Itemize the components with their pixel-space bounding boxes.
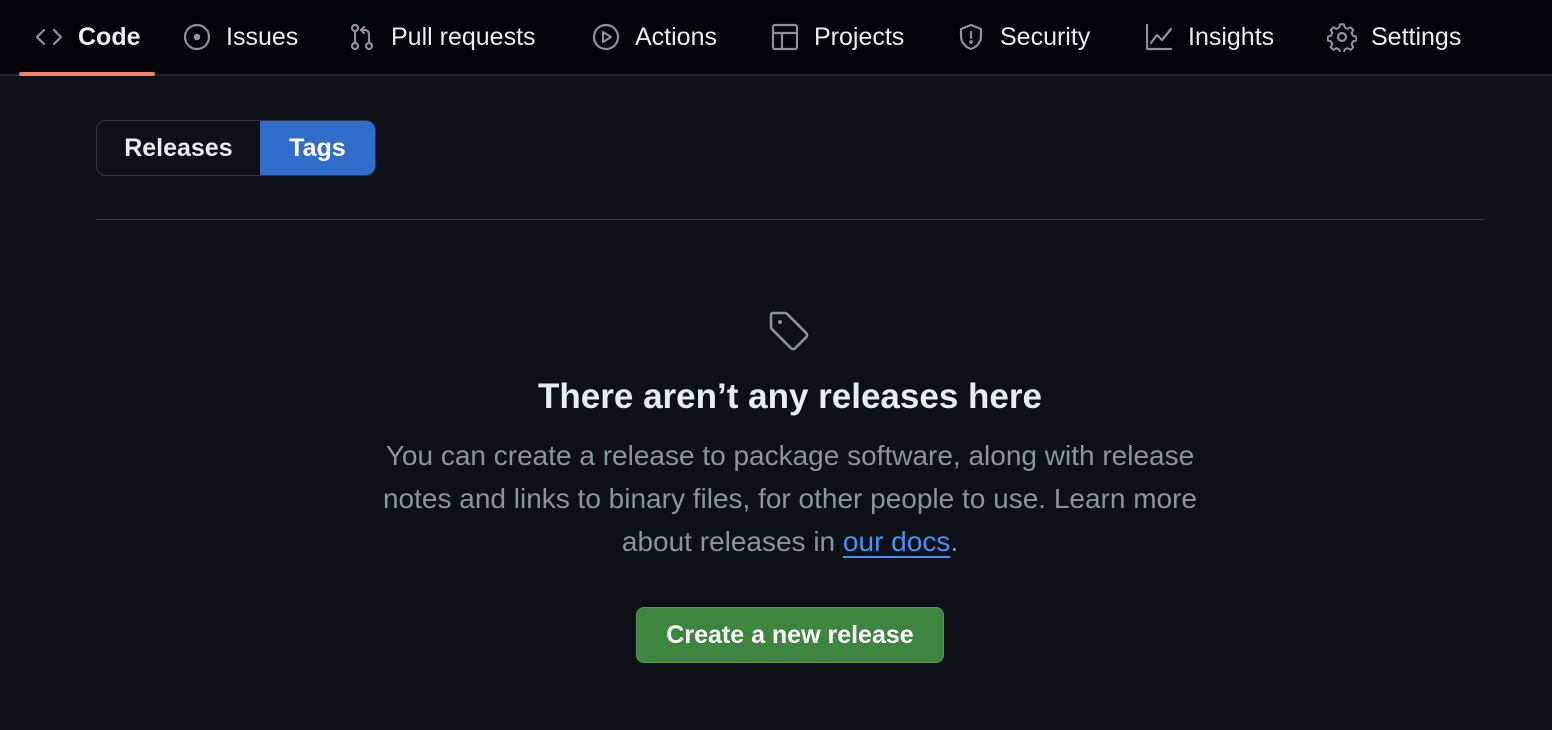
table-icon [770,22,800,52]
tab-security-label: Security [1000,22,1091,51]
tab-issues[interactable]: Issues [166,0,314,74]
tab-insights[interactable]: Insights [1128,0,1290,74]
description-period: . [950,526,959,557]
create-release-button[interactable]: Create a new release [636,607,944,663]
issue-opened-icon [182,22,212,52]
tab-pull-requests-label: Pull requests [391,22,536,51]
git-pull-request-icon [347,22,377,52]
tab-actions[interactable]: Actions [575,0,733,74]
tab-pull-requests[interactable]: Pull requests [331,0,552,74]
releases-tags-toggle: Releases Tags [96,120,376,176]
tab-issues-label: Issues [226,22,299,51]
section-divider [96,219,1484,220]
shield-icon [956,22,986,52]
description-text: You can create a release to package soft… [382,440,1198,557]
blank-slate-title: There aren’t any releases here [538,377,1042,416]
tab-settings[interactable]: Settings [1311,0,1477,74]
graph-icon [1144,22,1174,52]
tags-toggle-button[interactable]: Tags [259,121,375,175]
code-icon [34,22,64,52]
play-icon [591,22,621,52]
docs-link[interactable]: our docs [843,526,950,557]
tab-code[interactable]: Code [18,0,157,74]
repo-nav: Code Issues Pull requests Actions Projec… [0,0,1552,76]
tab-code-label: Code [78,22,141,51]
tab-settings-label: Settings [1371,22,1462,51]
gear-icon [1327,22,1357,52]
tab-security[interactable]: Security [940,0,1106,74]
active-tab-underline [19,72,155,76]
blank-slate-description: You can create a release to package soft… [350,434,1230,563]
tab-projects[interactable]: Projects [754,0,920,74]
tab-actions-label: Actions [635,22,717,51]
tab-projects-label: Projects [814,22,905,51]
tag-icon [769,311,809,351]
tab-insights-label: Insights [1188,22,1275,51]
releases-toggle-button[interactable]: Releases [97,121,260,175]
